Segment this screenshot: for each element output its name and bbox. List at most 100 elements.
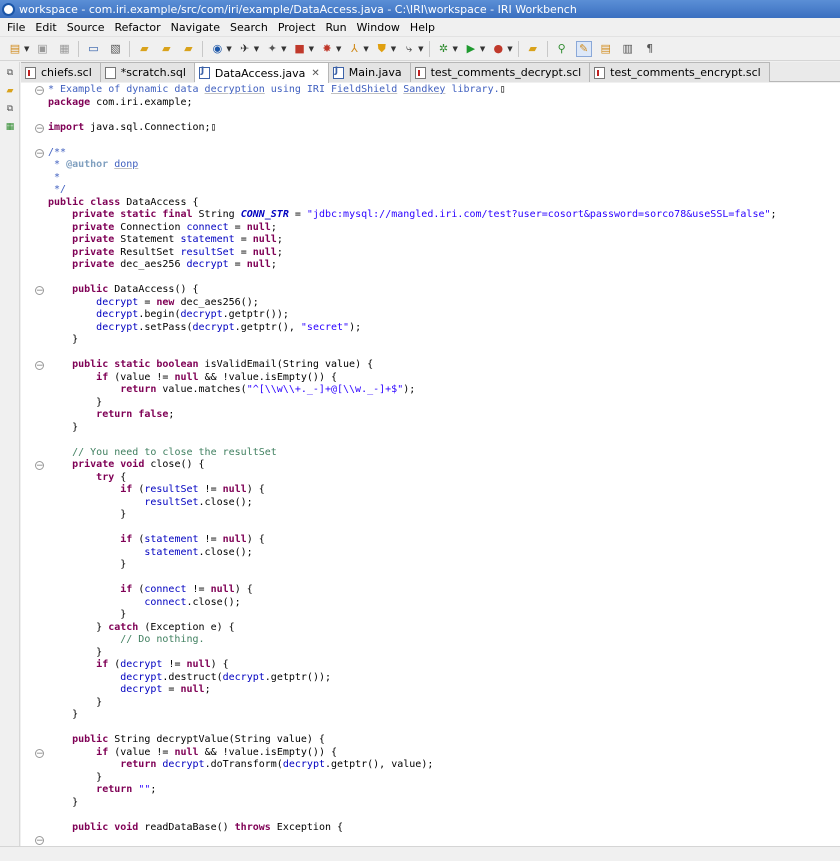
restore-icon[interactable]: ⧉ xyxy=(3,66,17,80)
code-line: decrypt.begin(decrypt.getptr()); xyxy=(48,309,777,322)
menu-project[interactable]: Project xyxy=(273,18,321,37)
menu-file[interactable]: File xyxy=(2,18,30,37)
code-token: package xyxy=(48,96,91,108)
code-token: statement xyxy=(144,546,199,558)
code-token: resultSet xyxy=(144,484,199,495)
flow-dropdown-icon[interactable]: ▼ xyxy=(363,45,368,53)
code-token: null xyxy=(222,484,247,495)
data-dropdown-icon[interactable]: ▼ xyxy=(309,45,314,53)
open-project-icon[interactable]: ▰ xyxy=(158,41,174,57)
tab-main-java[interactable]: Main.java xyxy=(328,62,411,82)
code-token: null xyxy=(246,221,271,233)
open-type-icon[interactable]: ▰ xyxy=(525,41,541,57)
shield-icon[interactable]: ⛊ xyxy=(374,41,390,57)
debug-icon[interactable]: ✲ xyxy=(436,41,452,57)
code-line: return ""; xyxy=(48,784,777,797)
show-whitespace-icon[interactable]: ¶ xyxy=(642,41,658,57)
save-icon[interactable]: ▣ xyxy=(34,41,50,57)
code-line: * @author donp xyxy=(48,159,777,172)
code-token: */ xyxy=(48,184,67,195)
code-token: .getptr()); xyxy=(222,309,289,320)
block-selection-icon[interactable]: ▤ xyxy=(598,41,614,57)
tab-dataaccess-java[interactable]: DataAccess.java ✕ xyxy=(194,62,329,83)
tools-icon[interactable]: ✦ xyxy=(264,41,280,57)
menu-source[interactable]: Source xyxy=(62,18,110,37)
fold-collapse-icon[interactable]: − xyxy=(35,286,44,296)
data-icon[interactable]: ■ xyxy=(292,41,308,57)
word-wrap-icon[interactable]: ▥ xyxy=(620,41,636,57)
pointer-dropdown-icon[interactable]: ▼ xyxy=(418,45,423,53)
code-line: // You need to close the resultSet xyxy=(48,447,777,460)
fold-collapse-icon[interactable]: − xyxy=(35,748,44,758)
menu-refactor[interactable]: Refactor xyxy=(110,18,166,37)
code-token: * xyxy=(48,159,67,170)
fold-collapse-icon[interactable]: − xyxy=(35,361,44,371)
fold-collapse-icon[interactable]: − xyxy=(35,836,44,846)
code-token: != xyxy=(198,484,223,495)
external-tools-dropdown-icon[interactable]: ▼ xyxy=(507,45,512,53)
code-token: .destruct( xyxy=(162,671,223,683)
package-explorer-icon[interactable]: ▰ xyxy=(3,84,17,98)
close-icon[interactable]: ✕ xyxy=(311,68,319,79)
code-token: } xyxy=(48,796,79,808)
fold-collapse-icon[interactable]: − xyxy=(35,461,44,471)
code-token: /** xyxy=(48,146,67,158)
code-token: != xyxy=(186,584,211,595)
code-line: import java.sql.Connection;▯ xyxy=(48,122,777,135)
menu-search[interactable]: Search xyxy=(225,18,273,37)
tab--scratch-sql[interactable]: *scratch.sql xyxy=(100,62,195,82)
open-folder-icon[interactable]: ▰ xyxy=(136,41,152,57)
code-token: resultSet xyxy=(180,246,235,258)
run-icon[interactable]: ▶ xyxy=(463,41,479,57)
job-icon[interactable]: ✸ xyxy=(319,41,335,57)
code-line: } xyxy=(48,509,777,522)
open-file-icon[interactable]: ▰ xyxy=(180,41,196,57)
code-content[interactable]: * Example of dynamic data decryption usi… xyxy=(48,84,777,834)
window-title-bar: workspace - com.iri.example/src/com/iri/… xyxy=(0,0,840,18)
restore-second-icon[interactable]: ⧉ xyxy=(3,102,17,116)
fold-collapse-icon[interactable]: − xyxy=(35,86,44,96)
code-token: ( xyxy=(132,584,145,595)
tools-dropdown-icon[interactable]: ▼ xyxy=(281,45,286,53)
iri-icon[interactable]: ◉ xyxy=(209,41,225,57)
code-token: return xyxy=(120,759,157,770)
fold-collapse-icon[interactable]: − xyxy=(35,123,44,133)
menu-edit[interactable]: Edit xyxy=(30,18,61,37)
code-editor[interactable]: − − − − − − − − * Example of dynamic data decry… xyxy=(21,83,840,846)
pointer-icon[interactable]: ⤷ xyxy=(401,41,417,57)
save-all-icon[interactable]: ▦ xyxy=(56,41,72,57)
menu-run[interactable]: Run xyxy=(320,18,351,37)
data-source-explorer-icon[interactable]: ▦ xyxy=(3,120,17,134)
fold-collapse-icon[interactable]: − xyxy=(35,148,44,158)
debug-dropdown-icon[interactable]: ▼ xyxy=(453,45,458,53)
wizard-dropdown-icon[interactable]: ▼ xyxy=(254,45,259,53)
wizard-icon[interactable]: ✈ xyxy=(237,41,253,57)
code-token: decrypt xyxy=(120,671,163,683)
print-icon[interactable]: ▧ xyxy=(107,41,123,57)
mark-occurrences-icon[interactable]: ✎ xyxy=(575,40,592,57)
console-icon[interactable]: ▭ xyxy=(85,41,101,57)
new-icon[interactable]: ▤ xyxy=(7,41,23,57)
menu-navigate[interactable]: Navigate xyxy=(166,18,225,37)
flow-icon[interactable]: ⅄ xyxy=(346,41,362,57)
pin-icon[interactable]: ⚲ xyxy=(554,41,570,57)
tab-test-comments-decrypt-scl[interactable]: test_comments_decrypt.scl xyxy=(410,62,591,82)
tab-chiefs-scl[interactable]: chiefs.scl xyxy=(21,62,101,82)
tab-test-comments-encrypt-scl[interactable]: test_comments_encrypt.scl xyxy=(590,62,770,82)
code-token: com.iri.example; xyxy=(90,96,193,108)
new-dropdown-icon[interactable]: ▼ xyxy=(24,45,29,53)
job-dropdown-icon[interactable]: ▼ xyxy=(336,45,341,53)
iri-dropdown-icon[interactable]: ▼ xyxy=(226,45,231,53)
run-dropdown-icon[interactable]: ▼ xyxy=(480,45,485,53)
shield-dropdown-icon[interactable]: ▼ xyxy=(391,45,396,53)
menu-help[interactable]: Help xyxy=(405,18,440,37)
menu-window[interactable]: Window xyxy=(352,18,405,37)
external-tools-icon[interactable]: ● xyxy=(490,41,506,57)
code-token: Exception { xyxy=(270,821,344,833)
